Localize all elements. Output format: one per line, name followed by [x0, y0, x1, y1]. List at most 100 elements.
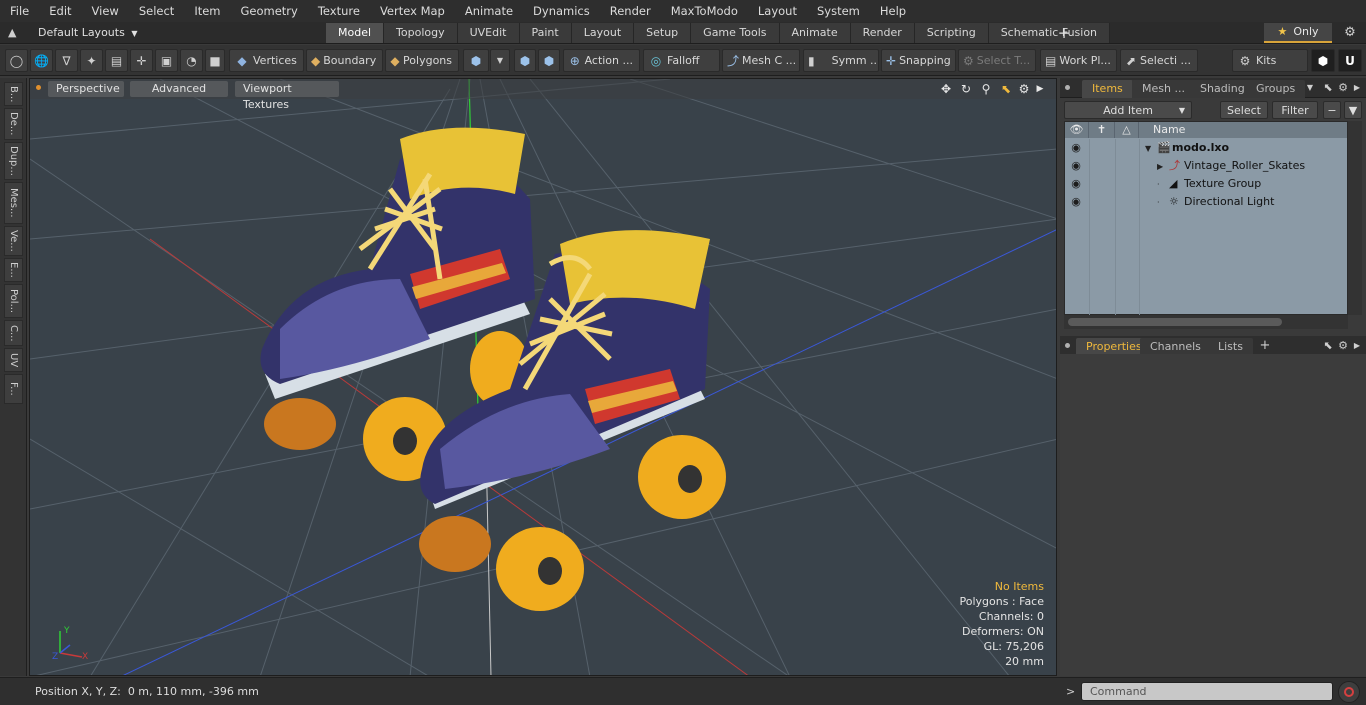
snapping-button[interactable]: ✛ Snapping	[881, 49, 956, 72]
left-tab-edge[interactable]: E...	[4, 258, 23, 282]
vertices-button[interactable]: ◆ Vertices	[229, 49, 304, 72]
tab-items[interactable]: Items	[1082, 80, 1133, 98]
add-tab-icon[interactable]: +	[1055, 23, 1073, 43]
viewport-textures-button[interactable]: Viewport Textures	[235, 81, 339, 111]
maximize-icon[interactable]: ⬉	[998, 81, 1014, 97]
globe-button[interactable]: 🌐	[30, 49, 53, 72]
menu-texture[interactable]: Texture	[308, 0, 370, 22]
unity-button[interactable]: ⬢	[1311, 49, 1335, 72]
tab-setup[interactable]: Setup	[634, 23, 692, 43]
command-arrow-icon[interactable]: >	[1066, 683, 1075, 701]
name-column-header[interactable]: Name	[1139, 122, 1349, 138]
left-tab-polygon[interactable]: Pol...	[4, 284, 23, 318]
menu-layout[interactable]: Layout	[748, 0, 807, 22]
mesh-constraint-button[interactable]: ⤴ Mesh C ...	[722, 49, 800, 72]
lock-column-icon[interactable]: △	[1115, 122, 1139, 138]
layout-collapse-icon[interactable]: ▲	[8, 25, 22, 41]
record-macro-button[interactable]	[1338, 681, 1360, 703]
eye-icon[interactable]: ◉	[1068, 139, 1084, 157]
pie-button[interactable]: ◔	[180, 49, 203, 72]
panel-gear-icon[interactable]: ⚙	[1336, 80, 1350, 96]
left-tab-duplicate[interactable]: Dup...	[4, 142, 23, 180]
shading-mode-button[interactable]: Advanced	[130, 81, 228, 97]
collapse-icon[interactable]: −	[1323, 101, 1341, 119]
tab-layout[interactable]: Layout	[571, 23, 635, 43]
tab-topology[interactable]: Topology	[384, 23, 458, 43]
left-tab-deform[interactable]: De...	[4, 108, 23, 140]
list-item[interactable]: ◉ ▼ 🎬modo.lxo	[1065, 139, 1347, 157]
panel-expand-icon[interactable]: ▶	[1350, 80, 1364, 96]
symmetry-a-button[interactable]: ⬢	[514, 49, 536, 72]
tab-animate[interactable]: Animate	[779, 23, 851, 43]
selection-sets-button[interactable]: ⬈ Selecti ...	[1120, 49, 1198, 72]
expand-triangle-icon[interactable]: ▼	[1145, 140, 1157, 158]
menu-geometry[interactable]: Geometry	[231, 0, 308, 22]
scrollbar-thumb[interactable]	[1068, 318, 1282, 326]
visibility-column-icon[interactable]: 👁	[1065, 122, 1089, 138]
viewport-menu-icon[interactable]	[36, 85, 41, 90]
center-button[interactable]: ✛	[130, 49, 153, 72]
eye-icon[interactable]: ◉	[1068, 175, 1084, 193]
item-list-horizontal-scrollbar[interactable]	[1064, 315, 1348, 329]
menu-dynamics[interactable]: Dynamics	[523, 0, 600, 22]
tab-shading[interactable]: Shading	[1190, 80, 1255, 98]
menu-animate[interactable]: Animate	[455, 0, 523, 22]
align-button[interactable]: ▤	[105, 49, 128, 72]
panel-gear-icon[interactable]: ⚙	[1336, 338, 1350, 354]
menu-system[interactable]: System	[807, 0, 870, 22]
select-circle-button[interactable]: ◯	[5, 49, 28, 72]
menu-help[interactable]: Help	[870, 0, 916, 22]
brush-button[interactable]: ✦	[80, 49, 103, 72]
tab-groups[interactable]: Groups	[1246, 80, 1306, 98]
menu-item[interactable]: Item	[184, 0, 230, 22]
material-button[interactable]: ⬢	[463, 49, 489, 72]
panel-menu-icon[interactable]	[1065, 343, 1070, 348]
work-plane-button[interactable]: ▤ Work Pl...	[1040, 49, 1117, 72]
tab-uvedit[interactable]: UVEdit	[457, 23, 520, 43]
select-through-button[interactable]: ⚙ Select T...	[958, 49, 1036, 72]
tab-render[interactable]: Render	[850, 23, 915, 43]
only-button[interactable]: ★ Only	[1264, 23, 1332, 43]
eye-icon[interactable]: ◉	[1068, 193, 1084, 211]
tab-scripting[interactable]: Scripting	[914, 23, 989, 43]
list-item[interactable]: ◉ · ◢ Texture Group	[1065, 175, 1347, 193]
frame-button[interactable]: ▣	[155, 49, 178, 72]
zoom-icon[interactable]: ⚲	[978, 81, 994, 97]
chevron-down-icon[interactable]: ▼	[1303, 80, 1317, 96]
menu-select[interactable]: Select	[129, 0, 184, 22]
left-tab-uv[interactable]: UV	[4, 348, 23, 372]
tab-model[interactable]: Model	[326, 23, 385, 43]
item-list-vertical-scrollbar[interactable]	[1348, 121, 1362, 315]
tab-game-tools[interactable]: Game Tools	[691, 23, 780, 43]
gear-icon[interactable]: ⚙	[1338, 23, 1362, 43]
list-item[interactable]: ◉ · ☼ Directional Light	[1065, 193, 1347, 211]
kits-button[interactable]: ⚙ Kits	[1232, 49, 1308, 72]
menu-render[interactable]: Render	[600, 0, 661, 22]
material-dropdown[interactable]: ▼	[490, 49, 510, 72]
left-tab-basic[interactable]: B...	[4, 82, 23, 106]
3d-viewport[interactable]: Perspective Advanced Viewport Textures ✥…	[29, 78, 1057, 676]
menu-maxtomodo[interactable]: MaxToModo	[661, 0, 748, 22]
render-column-icon[interactable]: ✝	[1089, 122, 1115, 138]
add-tab-icon[interactable]: +	[1258, 338, 1272, 354]
add-item-button[interactable]: Add Item ▼	[1064, 101, 1192, 119]
falloff-button[interactable]: ◎ Falloff	[643, 49, 720, 72]
polygons-button[interactable]: ◆ Polygons	[385, 49, 459, 72]
popout-icon[interactable]: ⬉	[1321, 80, 1335, 96]
funnel-icon[interactable]: ▼	[1344, 101, 1362, 119]
unreal-button[interactable]: U	[1338, 49, 1362, 72]
tab-schematic-fusion[interactable]: Schematic Fusion	[988, 23, 1111, 43]
left-tab-fusion[interactable]: F...	[4, 374, 23, 404]
menu-vertex-map[interactable]: Vertex Map	[370, 0, 455, 22]
viewport-expand-icon[interactable]: ▶	[1032, 81, 1048, 97]
boundary-button[interactable]: ◆ Boundary	[306, 49, 383, 72]
expand-triangle-icon[interactable]: ▶	[1157, 158, 1169, 176]
viewport-gear-icon[interactable]: ⚙	[1016, 81, 1032, 97]
left-tab-vertex[interactable]: Ve...	[4, 226, 23, 256]
rotate-icon[interactable]: ↻	[958, 81, 974, 97]
symmetry-button[interactable]: ▮ Symm ...	[803, 49, 879, 72]
list-item[interactable]: ◉ ▶ ⤴ Vintage_Roller_Skates	[1065, 157, 1347, 175]
filter-button[interactable]: Filter	[1272, 101, 1318, 119]
popout-icon[interactable]: ⬉	[1321, 338, 1335, 354]
pen-button[interactable]: ∇	[55, 49, 78, 72]
